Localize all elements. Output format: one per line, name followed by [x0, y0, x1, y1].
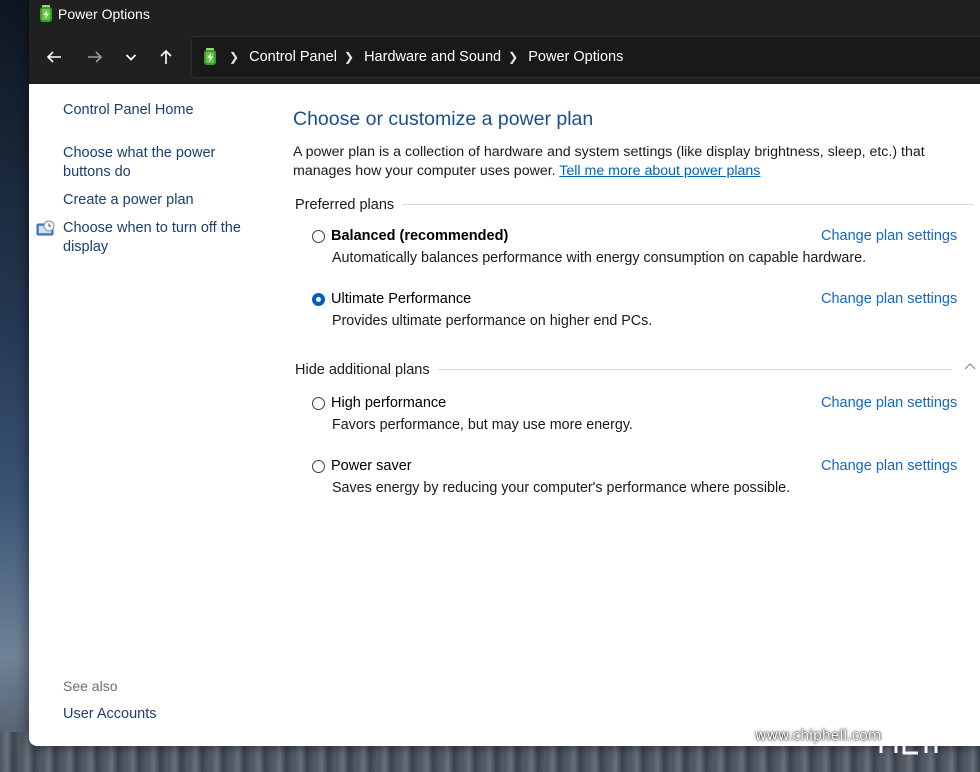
chevron-right-icon[interactable]: ❯ — [229, 50, 239, 64]
divider — [393, 204, 974, 205]
display-timer-icon — [36, 220, 55, 236]
plan-name[interactable]: Ultimate Performance — [331, 291, 471, 307]
sidebar-link-control-panel-home[interactable]: Control Panel Home — [63, 101, 263, 120]
plan-description: Favors performance, but may use more ene… — [332, 417, 633, 433]
radio-power-saver[interactable] — [312, 460, 325, 473]
radio-balanced[interactable] — [312, 230, 325, 243]
breadcrumb-hardware-and-sound[interactable]: Hardware and Sound — [364, 49, 501, 65]
radio-ultimate-performance[interactable] — [312, 293, 325, 306]
arrow-right-icon — [88, 51, 103, 63]
navigation-bar: ❯ Control Panel ❯ Hardware and Sound ❯ P… — [29, 28, 980, 84]
power-options-icon — [40, 5, 52, 22]
watermark-text: www.chiphell.com — [755, 728, 882, 744]
page-description: A power plan is a collection of hardware… — [293, 143, 953, 181]
change-plan-settings-link[interactable]: Change plan settings — [821, 291, 957, 307]
title-bar: Power Options — [29, 0, 980, 28]
chevron-right-icon[interactable]: ❯ — [344, 50, 354, 64]
breadcrumb-control-panel[interactable]: Control Panel — [249, 49, 337, 65]
see-also-label: See also — [63, 678, 118, 694]
sidebar-link-power-buttons[interactable]: Choose what the power buttons do — [63, 144, 263, 182]
sidebar-link-create-plan[interactable]: Create a power plan — [63, 191, 263, 210]
recent-locations-button[interactable] — [117, 43, 145, 71]
sidebar-link-user-accounts[interactable]: User Accounts — [63, 705, 263, 724]
breadcrumb: ❯ Control Panel ❯ Hardware and Sound ❯ P… — [226, 49, 623, 65]
arrow-up-icon — [160, 49, 172, 64]
plan-description: Provides ultimate performance on higher … — [332, 313, 653, 329]
plan-description: Saves energy by reducing your computer's… — [332, 480, 791, 496]
arrow-left-icon — [46, 51, 61, 63]
breadcrumb-power-options[interactable]: Power Options — [528, 49, 623, 65]
preferred-plans-label: Preferred plans — [295, 197, 403, 213]
plan-name[interactable]: Balanced (recommended) — [331, 228, 508, 244]
sidebar: Control Panel Home Choose what the power… — [29, 84, 274, 746]
chevron-up-icon[interactable] — [963, 362, 977, 370]
plan-name[interactable]: Power saver — [331, 458, 412, 474]
chevron-right-icon[interactable]: ❯ — [508, 50, 518, 64]
hide-additional-plans-label[interactable]: Hide additional plans — [295, 362, 438, 378]
sidebar-link-display-off[interactable]: Choose when to turn off the display — [63, 219, 263, 257]
learn-more-link[interactable]: Tell me more about power plans — [559, 163, 760, 179]
forward-button[interactable] — [81, 43, 109, 71]
change-plan-settings-link[interactable]: Change plan settings — [821, 228, 957, 244]
radio-high-performance[interactable] — [312, 397, 325, 410]
divider — [438, 369, 952, 370]
plan-description: Automatically balances performance with … — [332, 250, 867, 266]
change-plan-settings-link[interactable]: Change plan settings — [821, 395, 957, 411]
back-button[interactable] — [40, 43, 68, 71]
power-options-icon — [204, 48, 216, 65]
power-options-window: Power Options ❯ Control Panel ❯ Hardware… — [29, 0, 980, 746]
up-button[interactable] — [152, 43, 180, 71]
change-plan-settings-link[interactable]: Change plan settings — [821, 458, 957, 474]
address-bar[interactable]: ❯ Control Panel ❯ Hardware and Sound ❯ P… — [191, 36, 980, 78]
page-title: Choose or customize a power plan — [293, 108, 594, 130]
main-panel: Choose or customize a power plan A power… — [293, 84, 980, 746]
window-title: Power Options — [58, 6, 150, 22]
plan-name[interactable]: High performance — [331, 395, 446, 411]
chevron-down-icon — [125, 54, 137, 61]
